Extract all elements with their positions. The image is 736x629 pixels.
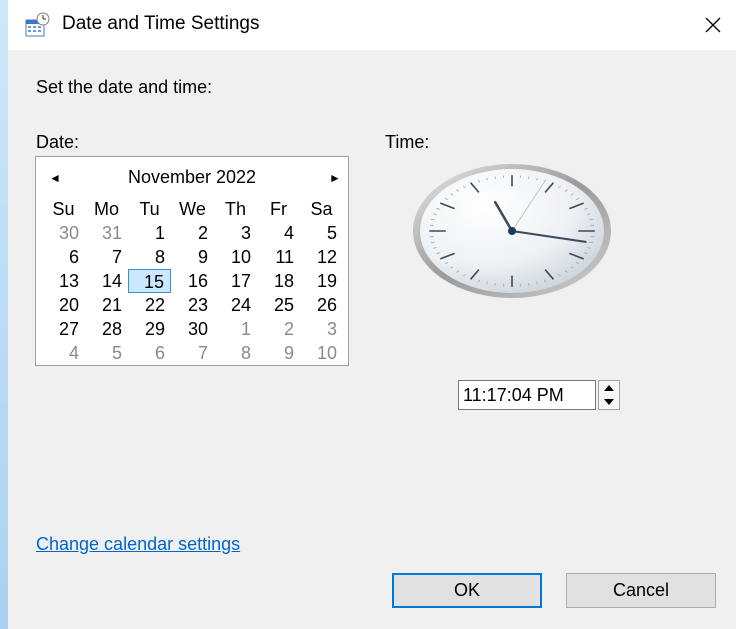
calendar-day[interactable]: 30	[42, 221, 85, 245]
calendar-day[interactable]: 7	[171, 341, 214, 365]
calendar-header: ◄ November 2022 ►	[36, 165, 348, 191]
minute-tick	[589, 219, 594, 221]
decrement-time-button[interactable]	[599, 395, 619, 409]
calendar-day[interactable]: 23	[171, 293, 214, 317]
calendar-day[interactable]: 4	[42, 341, 85, 365]
title-bar: Date and Time Settings	[8, 0, 736, 50]
calendar-day[interactable]: 16	[171, 269, 214, 293]
calendar-week-row: 27 28 29 30 1 2 3	[42, 317, 344, 341]
weekday-header: Su	[52, 199, 75, 219]
minute-tick	[430, 219, 435, 221]
calendar-week-row: 4 5 6 7 8 9 10	[42, 341, 344, 365]
weekday-header: Mo	[93, 199, 119, 219]
calendar-clock-icon	[25, 12, 50, 37]
calendar-day[interactable]: 28	[85, 317, 128, 341]
calendar-grid: Su Mo Tu We Th Fr Sa 30 31 1 2 3 4 5 6 7 8 9 10 11 12 13 14 15…	[42, 197, 344, 365]
calendar-day[interactable]: 1	[128, 221, 171, 245]
date-time-dialog: Date and Time Settings Set the date and …	[8, 0, 736, 629]
calendar-day[interactable]: 24	[214, 293, 257, 317]
cancel-button[interactable]: Cancel	[566, 573, 716, 608]
calendar-day[interactable]: 6	[42, 245, 85, 269]
next-month-button[interactable]: ►	[324, 167, 346, 189]
date-label: Date:	[36, 132, 80, 152]
calendar-day[interactable]: 3	[214, 221, 257, 245]
calendar-day[interactable]: 26	[300, 293, 343, 317]
calendar-day[interactable]: 25	[257, 293, 300, 317]
calendar-day[interactable]: 5	[300, 221, 343, 245]
weekday-header: Th	[224, 199, 246, 219]
arrow-up-icon	[604, 385, 614, 391]
calendar-week-row: 20 21 22 23 24 25 26	[42, 293, 344, 317]
calendar-day[interactable]: 7	[85, 245, 128, 269]
weekday-header-row: Su Mo Tu We Th Fr Sa	[42, 197, 344, 221]
calendar-day[interactable]: 9	[257, 341, 300, 365]
calendar-day[interactable]: 10	[300, 341, 343, 365]
calendar-day[interactable]: 8	[128, 245, 171, 269]
weekday-header: Fr	[270, 199, 287, 219]
calendar-day[interactable]: 13	[42, 269, 85, 293]
calendar-week-row: 30 31 1 2 3 4 5	[42, 221, 344, 245]
arrow-down-icon	[604, 399, 614, 405]
calendar-day[interactable]: 5	[85, 341, 128, 365]
calendar[interactable]: ◄ November 2022 ► Su Mo Tu We Th Fr Sa 30 31 1 2 3…	[35, 156, 349, 366]
calendar-day[interactable]: 9	[171, 245, 214, 269]
calendar-day[interactable]: 22	[128, 293, 171, 317]
calendar-day[interactable]: 12	[300, 245, 343, 269]
calendar-week-row: 13 14 15 16 17 18 19	[42, 269, 344, 293]
minute-tick	[430, 241, 435, 243]
ok-button[interactable]: OK	[392, 573, 542, 608]
calendar-day[interactable]: 6	[128, 341, 171, 365]
time-label: Time:	[385, 132, 430, 152]
weekday-header: Sa	[310, 199, 333, 219]
weekday-header: Tu	[139, 199, 160, 219]
calendar-day[interactable]: 2	[257, 317, 300, 341]
calendar-day[interactable]: 18	[257, 269, 300, 293]
calendar-day[interactable]: 20	[42, 293, 85, 317]
calendar-day[interactable]: 3	[300, 317, 343, 341]
calendar-day[interactable]: 30	[171, 317, 214, 341]
calendar-week-row: 6 7 8 9 10 11 12	[42, 245, 344, 269]
calendar-day[interactable]: 4	[257, 221, 300, 245]
clock-center	[508, 227, 516, 235]
weekday-header: We	[179, 199, 206, 219]
calendar-day[interactable]: 1	[214, 317, 257, 341]
calendar-day[interactable]: 29	[128, 317, 171, 341]
calendar-day[interactable]: 10	[214, 245, 257, 269]
time-spinner[interactable]	[598, 380, 620, 410]
calendar-day[interactable]: 8	[214, 341, 257, 365]
calendar-day[interactable]: 11	[257, 245, 300, 269]
calendar-day[interactable]: 27	[42, 317, 85, 341]
close-icon	[705, 17, 721, 33]
calendar-day[interactable]: 21	[85, 293, 128, 317]
window-title: Date and Time Settings	[62, 13, 260, 34]
calendar-day[interactable]: 17	[214, 269, 257, 293]
increment-time-button[interactable]	[599, 381, 619, 395]
calendar-month-label[interactable]: November 2022	[36, 167, 348, 188]
change-calendar-settings-link[interactable]: Change calendar settings	[36, 534, 240, 555]
calendar-day-selected[interactable]: 15	[128, 269, 171, 293]
calendar-day[interactable]: 2	[171, 221, 214, 245]
analog-clock	[413, 164, 611, 298]
instruction-text: Set the date and time:	[36, 77, 213, 97]
calendar-day[interactable]: 19	[300, 269, 343, 293]
close-button[interactable]	[690, 0, 736, 50]
calendar-day[interactable]: 14	[85, 269, 128, 293]
calendar-day[interactable]: 31	[85, 221, 128, 245]
time-input[interactable]: 11:17:04 PM	[458, 380, 596, 410]
minute-tick	[589, 241, 594, 243]
